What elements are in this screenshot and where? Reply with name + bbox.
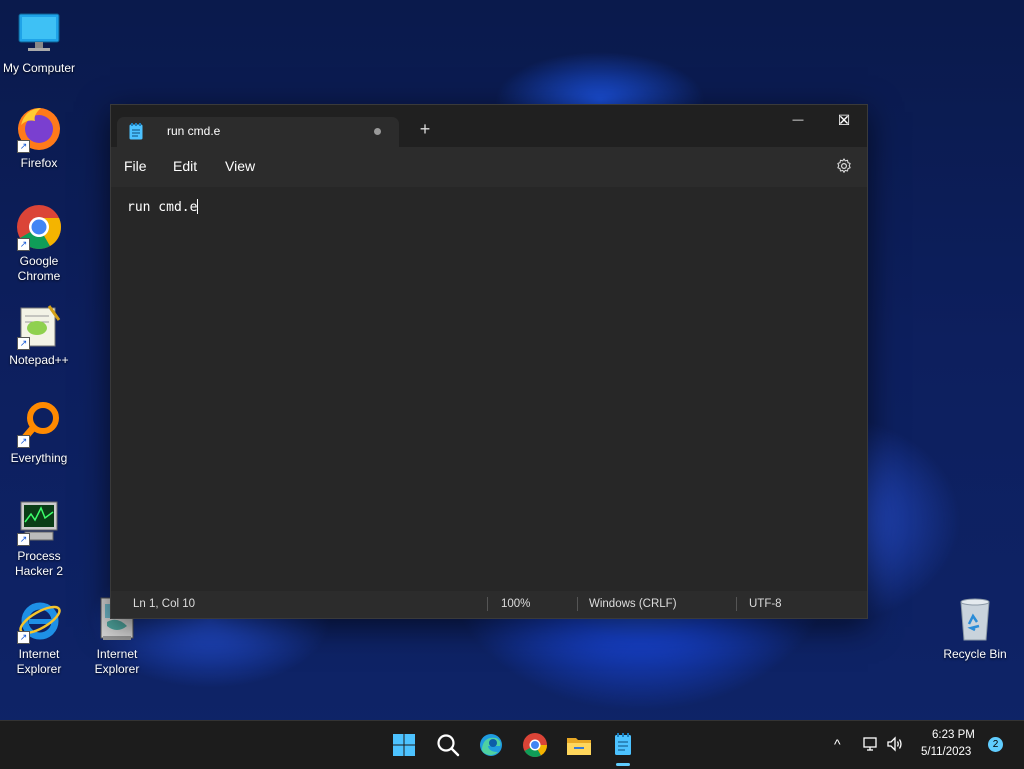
status-divider [577,597,578,611]
new-tab-button[interactable]: + [415,119,435,139]
menu-edit[interactable]: Edit [173,158,197,174]
firefox-icon: ↗ [15,105,63,153]
desktop-icon-label: Internet Explorer [94,647,140,676]
status-divider [736,597,737,611]
active-app-indicator [616,763,630,766]
status-divider [487,597,488,611]
menu-file[interactable]: File [124,158,147,174]
desktop-icon-google-chrome[interactable]: ↗ Google Chrome [1,203,77,284]
text-editor[interactable]: run cmd.e [111,187,867,591]
status-line-ending[interactable]: Windows (CRLF) [589,598,677,610]
file-explorer-icon[interactable] [564,730,594,760]
notepad-taskbar-icon[interactable] [608,730,638,760]
shortcut-arrow-icon: ↗ [17,435,30,448]
shortcut-arrow-icon: ↗ [17,238,30,251]
network-icon[interactable] [862,735,880,756]
clock-time[interactable]: 6:23 PM [932,729,975,741]
desktop-icon-label: Google Chrome [17,254,61,283]
minimize-button[interactable]: — [775,105,821,135]
show-hidden-icons-chevron[interactable]: ^ [834,736,841,752]
status-cursor-position[interactable]: Ln 1, Col 10 [133,598,195,610]
menu-bar: File Edit View [111,147,867,187]
shortcut-arrow-icon: ↗ [17,631,30,644]
internet-explorer-icon: ↗ [15,596,63,644]
desktop-icon-recycle-bin[interactable]: Recycle Bin [937,596,1013,662]
notepad-plus-plus-icon: ↗ [15,302,63,350]
chrome-icon[interactable] [520,730,550,760]
volume-icon[interactable] [886,735,904,756]
desktop-icon-notepad-plus-plus[interactable]: ↗ Notepad++ [1,302,77,368]
text-caret [197,199,199,214]
tab-title: run cmd.e [167,124,221,138]
notepad-icon [129,123,143,140]
desktop-icon-my-computer[interactable]: My Computer [1,10,77,76]
chrome-icon: ↗ [15,203,63,251]
desktop-icon-internet-explorer[interactable]: ↗ Internet Explorer [1,596,77,677]
start-windows-icon[interactable] [389,730,419,760]
desktop-icon-process-hacker[interactable]: ↗ Process Hacker 2 [1,498,77,579]
close-button[interactable]: ✕ [821,105,867,135]
desktop-icon-label: My Computer [2,61,76,75]
status-bar: Ln 1, Col 10 100% Windows (CRLF) UTF-8 [111,591,867,618]
title-bar[interactable]: run cmd.e + — ☐ ✕ [111,105,867,147]
gear-icon[interactable] [835,157,853,175]
status-encoding[interactable]: UTF-8 [749,598,782,610]
edge-icon[interactable] [476,730,506,760]
desktop-icon-firefox[interactable]: ↗ Firefox [1,105,77,171]
desktop-icon-label: Firefox [20,156,58,170]
desktop-icon-label: Recycle Bin [943,647,1007,661]
clock-date[interactable]: 5/11/2023 [921,746,971,758]
desktop-icon-label: Notepad++ [9,353,69,367]
monitor-icon [15,10,63,58]
desktop-icon-label: Everything [10,451,68,465]
editor-text: run cmd.e [127,200,198,215]
taskbar: ^ 6:23 PM 5/11/2023 2 [0,720,1024,769]
process-monitor-icon: ↗ [15,498,63,546]
desktop-icon-everything[interactable]: ↗ Everything [1,400,77,466]
recycle-bin-icon [951,596,999,644]
editor-content[interactable]: run cmd.e [127,199,199,215]
shortcut-arrow-icon: ↗ [17,337,30,350]
tab-run-cmd[interactable]: run cmd.e [117,117,399,147]
shortcut-arrow-icon: ↗ [17,140,30,153]
notepad-window[interactable]: run cmd.e + — ☐ ✕ File Edit View run cmd… [110,104,868,619]
shortcut-arrow-icon: ↗ [17,533,30,546]
notification-badge[interactable]: 2 [988,737,1003,752]
magnifier-icon: ↗ [15,400,63,448]
search-icon[interactable] [433,730,463,760]
status-zoom[interactable]: 100% [501,598,530,610]
desktop-icon-label: Process Hacker 2 [14,549,64,578]
desktop-icon-label: Internet Explorer [16,647,62,676]
unsaved-dot-icon[interactable] [374,128,381,135]
menu-view[interactable]: View [225,158,255,174]
